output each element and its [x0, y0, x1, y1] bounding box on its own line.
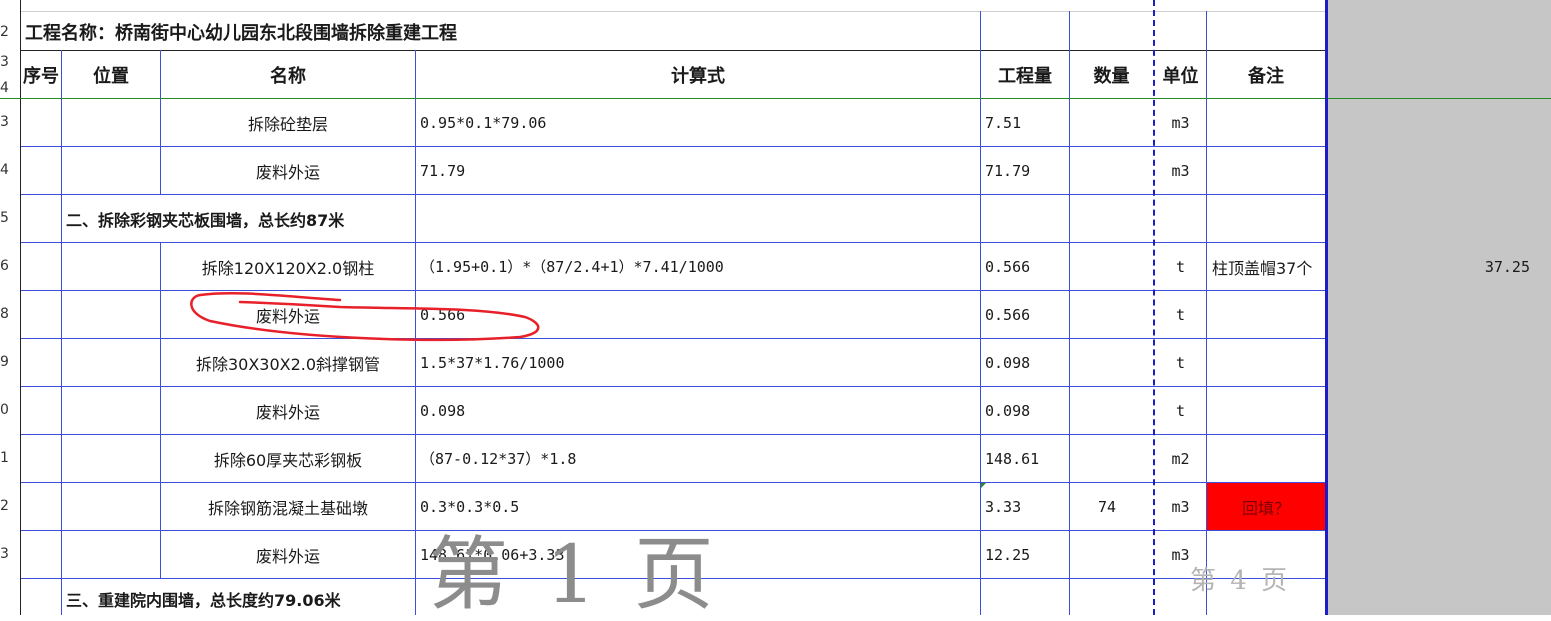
- column-header-formula[interactable]: 计算式: [416, 51, 980, 98]
- page-watermark: 第 1 页: [428, 528, 720, 621]
- cell-unit[interactable]: m2: [1155, 435, 1206, 482]
- cell-formula[interactable]: （87-0.12*37）*1.8: [416, 435, 980, 482]
- cell-quantity[interactable]: 0.098: [981, 339, 1069, 386]
- column-header-name[interactable]: 名称: [161, 51, 415, 98]
- column-header-count[interactable]: 数量: [1070, 51, 1153, 98]
- row-number[interactable]: 8: [0, 306, 20, 322]
- grid-line: [20, 11, 1325, 12]
- row-number[interactable]: 2: [0, 24, 20, 40]
- cell-comment-marker: [981, 483, 986, 488]
- cell-unit[interactable]: m3: [1155, 147, 1206, 194]
- cell-formula[interactable]: 71.79: [416, 147, 980, 194]
- print-area-border: [1325, 0, 1328, 615]
- grid-line: [61, 50, 62, 615]
- column-header-position[interactable]: 位置: [62, 51, 160, 98]
- cell-quantity[interactable]: 0.566: [981, 243, 1069, 290]
- column-header-unit[interactable]: 单位: [1155, 51, 1206, 98]
- project-title[interactable]: 工程名称：桥南街中心幼儿园东北段围墙拆除重建工程: [21, 14, 925, 50]
- cell-quantity[interactable]: 71.79: [981, 147, 1069, 194]
- column-header-remark[interactable]: 备注: [1207, 51, 1325, 98]
- cell-quantity[interactable]: 7.51: [981, 99, 1069, 146]
- cell-name[interactable]: 拆除60厚夹芯彩钢板: [161, 435, 415, 482]
- cell-unit[interactable]: m3: [1155, 483, 1206, 530]
- section-heading[interactable]: 二、拆除彩钢夹芯板围墙，总长约87米: [62, 195, 416, 242]
- row-number[interactable]: 4: [0, 80, 20, 96]
- cell-formula[interactable]: 0.3*0.3*0.5: [416, 483, 980, 530]
- row-number[interactable]: 4: [0, 162, 20, 178]
- cell-name[interactable]: 拆除120X120X2.0钢柱: [161, 243, 415, 290]
- row-number[interactable]: 3: [0, 54, 20, 70]
- row-number[interactable]: 1: [0, 450, 20, 466]
- cell-unit[interactable]: t: [1155, 339, 1206, 386]
- column-header-quantity[interactable]: 工程量: [981, 51, 1069, 98]
- cell-name[interactable]: 废料外运: [161, 387, 415, 434]
- row-number[interactable]: 2: [0, 498, 20, 514]
- spreadsheet-grid: 2 3 4 3 4 5 6 8 9 0 1 2 3 工程名称：桥南街中心幼儿园东…: [0, 0, 1551, 620]
- row-number[interactable]: 5: [0, 210, 20, 226]
- cell-name[interactable]: 废料外运: [161, 147, 415, 194]
- cell-count[interactable]: 74: [1070, 483, 1144, 530]
- cell-quantity[interactable]: 148.61: [981, 435, 1069, 482]
- row-number[interactable]: 9: [0, 354, 20, 370]
- cell-quantity[interactable]: 3.33: [981, 483, 1069, 530]
- row-number[interactable]: 3: [0, 546, 20, 562]
- cell-formula[interactable]: （1.95+0.1）*（87/2.4+1）*7.41/1000: [416, 243, 980, 290]
- cell-unit[interactable]: m3: [1155, 99, 1206, 146]
- page-watermark: 第 4 页: [1190, 566, 1291, 596]
- row-number[interactable]: 6: [0, 258, 20, 274]
- cell-unit[interactable]: t: [1155, 243, 1206, 290]
- column-header-seq[interactable]: 序号: [21, 51, 61, 98]
- cell-extra-value[interactable]: 37.25: [1460, 243, 1530, 290]
- cell-quantity[interactable]: 0.566: [981, 291, 1069, 338]
- cell-quantity[interactable]: 0.098: [981, 387, 1069, 434]
- row-number[interactable]: 0: [0, 402, 20, 418]
- section-heading[interactable]: 三、重建院内围墙，总长度约79.06米: [62, 582, 416, 615]
- cell-remark[interactable]: 回填？: [1207, 483, 1325, 530]
- cell-formula[interactable]: 0.95*0.1*79.06: [416, 99, 980, 146]
- cell-name[interactable]: 废料外运: [161, 531, 415, 578]
- cell-name[interactable]: 拆除砼垫层: [161, 99, 415, 146]
- cell-quantity[interactable]: 12.25: [981, 531, 1069, 578]
- row-number[interactable]: 3: [0, 114, 20, 130]
- cell-formula[interactable]: 0.098: [416, 387, 980, 434]
- cell-name[interactable]: 拆除钢筋混凝土基础墩: [161, 483, 415, 530]
- cell-remark[interactable]: 柱顶盖帽37个: [1207, 243, 1332, 290]
- cell-unit[interactable]: t: [1155, 291, 1206, 338]
- out-of-print-area: [1328, 0, 1551, 615]
- annotation-circle: [190, 292, 540, 342]
- cell-unit[interactable]: t: [1155, 387, 1206, 434]
